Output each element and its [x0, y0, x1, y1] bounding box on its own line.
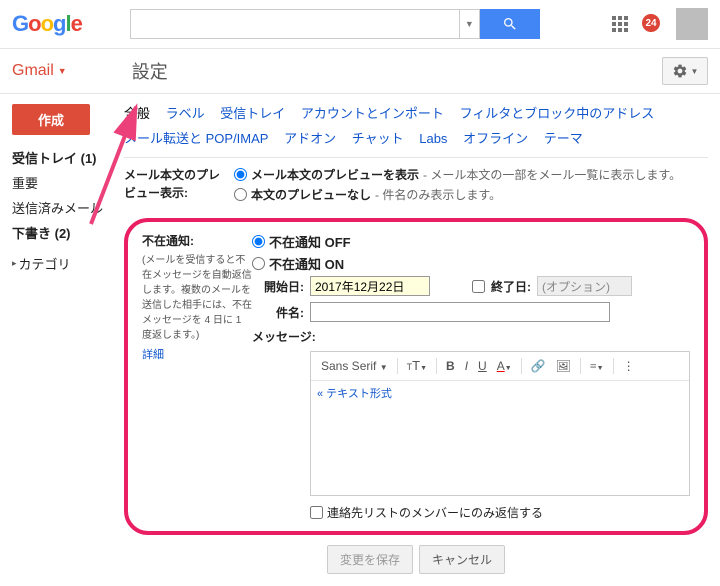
vacation-off-radio[interactable] [252, 235, 265, 248]
vacation-on-radio[interactable] [252, 257, 265, 270]
sidebar-important[interactable]: 重要 [12, 170, 116, 195]
vacation-details-link[interactable]: 詳細 [142, 349, 164, 361]
end-date-label: 終了日: [491, 278, 531, 295]
sidebar: 作成 受信トレイ (1) 重要 送信済みメール 下書き (2) ▸カテゴリ [0, 94, 116, 586]
preview-show-radio[interactable] [234, 168, 247, 181]
start-date-label: 開始日: [252, 278, 304, 295]
caret-right-icon: ▸ [12, 258, 17, 269]
message-label: メッセージ: [252, 328, 316, 345]
vacation-header: 不在通知: [142, 232, 252, 250]
vacation-responder-section: 不在通知: (メールを受信すると不在メッセージを自動返信します。複数のメールを送… [124, 218, 708, 535]
caret-down-icon: ▼ [58, 66, 67, 76]
subject-label: 件名: [252, 304, 304, 321]
contacts-only-checkbox[interactable] [310, 506, 323, 519]
plain-text-link[interactable]: « テキスト形式 [311, 381, 689, 405]
search-input[interactable] [130, 9, 460, 39]
avatar[interactable] [676, 8, 708, 40]
more-button[interactable]: ⋮ [619, 357, 639, 376]
cancel-button[interactable]: キャンセル [419, 545, 505, 574]
tab-themes[interactable]: テーマ [544, 131, 583, 146]
apps-icon[interactable] [612, 16, 628, 32]
tab-offline[interactable]: オフライン [463, 131, 528, 146]
search-button[interactable] [480, 9, 540, 39]
tab-inbox[interactable]: 受信トレイ [220, 106, 285, 121]
sidebar-category[interactable]: ▸カテゴリ [12, 251, 116, 276]
vacation-description: (メールを受信すると不在メッセージを自動返信します。複数のメールを送信した相手に… [142, 253, 252, 343]
preview-section-label: メール本文のプレビュー表示: [124, 166, 234, 206]
image-button[interactable]: 🖼 [552, 357, 575, 376]
italic-button[interactable]: I [461, 357, 472, 376]
message-textarea[interactable] [311, 405, 689, 495]
tab-labs[interactable]: Labs [419, 131, 447, 146]
compose-button[interactable]: 作成 [12, 104, 90, 135]
tab-general[interactable]: 全般 [124, 106, 150, 121]
end-date-input[interactable] [537, 276, 632, 296]
search-dropdown[interactable]: ▼ [460, 9, 480, 39]
link-button[interactable]: 🔗 [527, 357, 550, 376]
settings-gear-button[interactable]: ▼ [662, 57, 708, 85]
page-title: 設定 [132, 58, 168, 84]
contacts-only-label: 連絡先リストのメンバーにのみ返信する [327, 504, 543, 521]
google-logo[interactable]: Google [12, 11, 82, 37]
underline-button[interactable]: U [474, 357, 491, 376]
align-button[interactable]: ≡▼ [586, 357, 608, 376]
message-editor: Sans Serif ▼ TT▼ B I U A▼ 🔗 🖼 ≡▼ [310, 351, 690, 496]
start-date-input[interactable] [310, 276, 430, 296]
tab-accounts[interactable]: アカウントとインポート [301, 106, 444, 121]
tab-addons[interactable]: アドオン [284, 131, 336, 146]
tab-filters[interactable]: フィルタとブロック中のアドレス [460, 106, 655, 121]
notification-badge: 24 [642, 14, 660, 32]
font-select[interactable]: Sans Serif ▼ [317, 359, 392, 373]
tab-labels[interactable]: ラベル [166, 106, 205, 121]
sidebar-sent[interactable]: 送信済みメール [12, 195, 116, 220]
text-color-button[interactable]: A▼ [493, 357, 516, 376]
sidebar-drafts[interactable]: 下書き (2) [12, 220, 116, 245]
save-button[interactable]: 変更を保存 [327, 545, 413, 574]
caret-down-icon: ▼ [691, 67, 699, 76]
tab-forwarding[interactable]: メール転送と POP/IMAP [124, 131, 268, 146]
tab-chat[interactable]: チャット [352, 131, 404, 146]
end-date-checkbox[interactable] [472, 280, 485, 293]
sidebar-inbox[interactable]: 受信トレイ (1) [12, 145, 116, 170]
preview-hide-radio[interactable] [234, 188, 247, 201]
bold-button[interactable]: B [442, 357, 459, 376]
notifications-icon[interactable]: 24 [642, 14, 662, 34]
font-size-button[interactable]: TT▼ [403, 356, 431, 376]
subject-input[interactable] [310, 302, 610, 322]
settings-tabs: 全般 ラベル 受信トレイ アカウントとインポート フィルタとブロック中のアドレス… [124, 102, 708, 151]
gmail-dropdown[interactable]: Gmail▼ [12, 62, 67, 80]
